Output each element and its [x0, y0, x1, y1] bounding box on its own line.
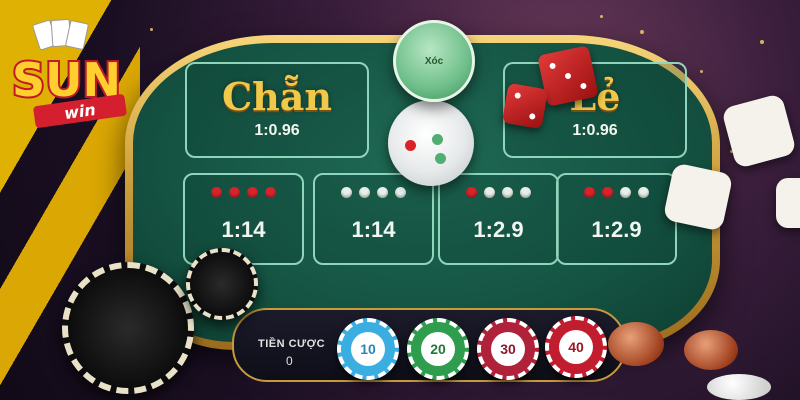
bet-amount-value: 0	[286, 354, 293, 368]
ball	[684, 330, 738, 370]
white-dot	[484, 187, 495, 198]
green-dot	[435, 153, 446, 164]
cell-odds: 1:14	[351, 217, 396, 242]
white-dot	[502, 187, 513, 198]
white-dot	[359, 187, 370, 198]
white-dot	[377, 187, 388, 198]
shaker-lid[interactable]: Xóc	[393, 20, 475, 102]
red-dot	[211, 187, 222, 198]
red-dot	[265, 187, 276, 198]
cell-odds: 1:2.9	[591, 217, 642, 242]
red-dot	[405, 140, 416, 151]
bet-zone-four-red[interactable]: 1:14	[183, 173, 304, 265]
red-die	[501, 82, 549, 130]
sparkle	[600, 15, 603, 18]
sunwin-logo: SUN win	[10, 19, 127, 128]
chip-20[interactable]: 20	[407, 318, 469, 380]
ball	[707, 374, 771, 400]
bet-zone-two-red[interactable]: 1:2.9	[556, 173, 677, 265]
red-dot	[584, 187, 595, 198]
red-dot	[247, 187, 258, 198]
dice-bowl	[388, 100, 474, 186]
green-dot	[432, 134, 443, 145]
dot-pattern	[315, 187, 432, 199]
bet-zone-four-white[interactable]: 1:14	[313, 173, 434, 265]
bet-zone-even[interactable]: Chẵn 1:0.96	[185, 62, 369, 158]
red-dot	[602, 187, 613, 198]
even-label: Chẵn	[221, 74, 333, 119]
dot-pattern	[558, 187, 675, 199]
bet-amount-label: TIỀN CƯỢC	[258, 338, 326, 350]
chip-30[interactable]: 30	[477, 318, 539, 380]
decorative-chip	[62, 262, 194, 394]
decorative-chip	[186, 248, 258, 320]
animal-die	[662, 162, 734, 232]
red-dot	[466, 187, 477, 198]
lid-text: Xóc	[424, 55, 444, 67]
red-dot	[229, 187, 240, 198]
dot-pattern	[440, 187, 557, 199]
animal-die	[721, 93, 797, 169]
dot-pattern	[185, 187, 302, 199]
chip-40[interactable]: 40	[545, 316, 607, 378]
white-dot	[520, 187, 531, 198]
chip-10[interactable]: 10	[337, 318, 399, 380]
chip-value: 40	[559, 330, 593, 364]
animal-die	[776, 178, 800, 228]
sparkle	[640, 30, 644, 34]
even-odds: 1:0.96	[254, 122, 300, 139]
ball	[608, 322, 664, 366]
white-dot	[638, 187, 649, 198]
chip-value: 10	[351, 332, 385, 366]
bet-zone-one-red[interactable]: 1:2.9	[438, 173, 559, 265]
chip-value: 20	[421, 332, 455, 366]
cell-odds: 1:2.9	[473, 217, 524, 242]
sparkle	[700, 70, 703, 73]
sparkle	[760, 40, 764, 44]
sparkle	[150, 28, 153, 31]
chip-value: 30	[491, 332, 525, 366]
cell-odds: 1:14	[221, 217, 266, 242]
white-dot	[341, 187, 352, 198]
white-dot	[395, 187, 406, 198]
white-dot	[620, 187, 631, 198]
